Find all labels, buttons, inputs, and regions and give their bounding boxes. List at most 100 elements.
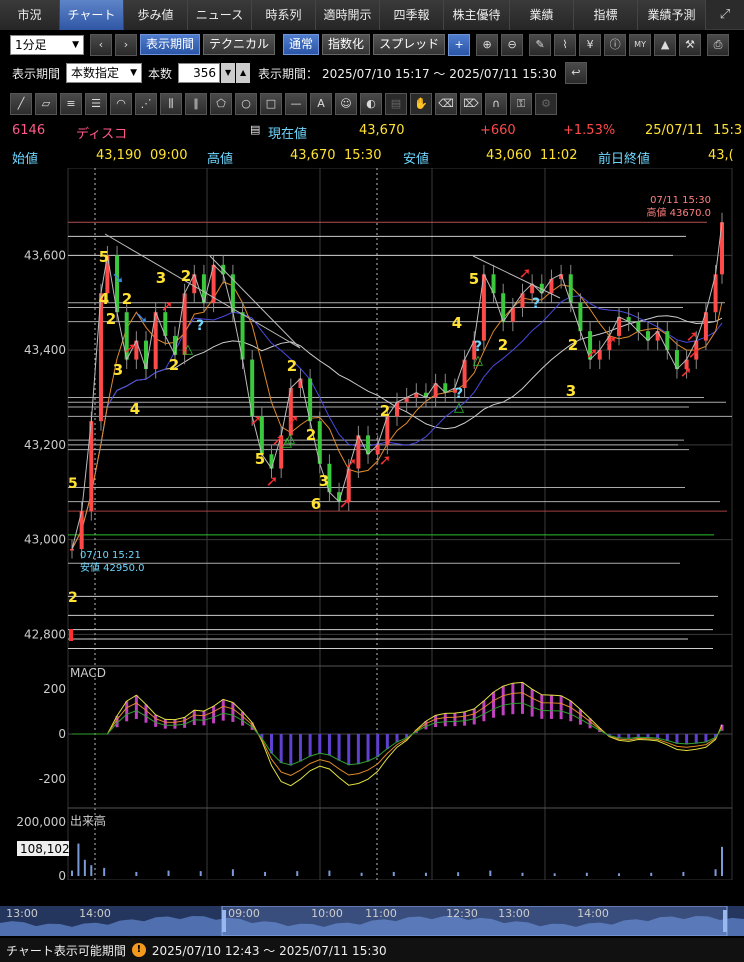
tab-tick[interactable]: 歩み値 bbox=[124, 0, 188, 30]
volume-bar bbox=[71, 871, 73, 876]
channel-tool-icon[interactable]: ∥ bbox=[185, 93, 207, 115]
info-icon[interactable]: ⓘ bbox=[604, 34, 626, 56]
paint-tool-icon[interactable]: ◐ bbox=[360, 93, 382, 115]
stamp-tool-icon[interactable]: ☺ bbox=[335, 93, 357, 115]
signal-number: 2 bbox=[380, 402, 390, 420]
tab-news[interactable]: ニュース bbox=[188, 0, 252, 30]
area-chart-icon[interactable]: ▲ bbox=[654, 34, 676, 56]
trend-icon[interactable]: ⌇ bbox=[554, 34, 576, 56]
high-note-time: 07/11 15:30 bbox=[650, 195, 711, 206]
ruler-tool-icon[interactable]: ▱ bbox=[35, 93, 57, 115]
price-change: +660 bbox=[480, 123, 516, 138]
signal-number: 4 bbox=[452, 314, 462, 332]
rect-tool-icon[interactable]: □ bbox=[260, 93, 282, 115]
print-icon[interactable]: ⎙ bbox=[707, 34, 729, 56]
sell-arrow-icon: ➘ bbox=[136, 309, 149, 327]
index-button[interactable]: 指数化 bbox=[322, 34, 370, 55]
interval-select[interactable]: 1分足 ▼ bbox=[10, 35, 84, 55]
range-value: 2025/07/10 15:17 ～ 2025/07/11 15:30 bbox=[322, 65, 557, 82]
quote-date: 25/07/11 bbox=[645, 123, 703, 138]
chart-navigator[interactable]: 13:00 14:00 09:00 10:00 11:00 12:30 13:00 14:00 bbox=[0, 906, 744, 936]
magnet-tool-icon[interactable]: ∩ bbox=[485, 93, 507, 115]
signal-number: 2 bbox=[568, 336, 578, 354]
vlines-tool-icon[interactable]: ⫼ bbox=[160, 93, 182, 115]
eraser-tool-icon[interactable]: ⌫ bbox=[435, 93, 457, 115]
display-period-button[interactable]: 表示期間 bbox=[140, 34, 200, 55]
tab-disclosure[interactable]: 適時開示 bbox=[316, 0, 380, 30]
tab-chart[interactable]: チャート bbox=[60, 0, 124, 30]
technical-button[interactable]: テクニカル bbox=[203, 34, 275, 55]
macd-bar bbox=[531, 689, 534, 716]
chart-area[interactable]: 5 4 2 2 3 2 3 4 2 2 5 2 2 3 6 5 4 2 2 3 ➚ ➚ ➚ ➚ ➚ ➚ ➚ ➚ ➚ ➚ ➚ ➚ ➚ ➚ ➚ ➘ ➘ △ △ △… bbox=[0, 168, 744, 880]
navigator-tick-label: 12:30 bbox=[446, 907, 478, 920]
fib-tool-icon[interactable]: ☰ bbox=[85, 93, 107, 115]
tab-performance[interactable]: 業績 bbox=[510, 0, 574, 30]
macd-bar bbox=[521, 682, 524, 713]
period-mode-select[interactable]: 本数指定 ▼ bbox=[66, 63, 142, 83]
zoom-in-icon[interactable]: ⊕ bbox=[476, 34, 498, 56]
navigator-right-handle bbox=[723, 910, 727, 932]
hline-tool-icon[interactable]: — bbox=[285, 93, 307, 115]
period-bar: 表示期間 本数指定 ▼ 本数 356 ▼ ▲ 表示期間： 2025/07/10 1… bbox=[0, 61, 744, 85]
signal-number: 2 bbox=[306, 426, 316, 444]
count-up-icon[interactable]: ▲ bbox=[236, 63, 250, 83]
time-tick-label: 13:00 bbox=[415, 879, 450, 880]
settings-tool-icon[interactable]: ⚙ bbox=[535, 93, 557, 115]
triangle-icon: △ bbox=[473, 353, 483, 368]
signal-number: 2 bbox=[106, 310, 116, 328]
macd-bar bbox=[125, 701, 128, 721]
hand-tool-icon[interactable]: ✋ bbox=[410, 93, 432, 115]
document-icon: ▤ bbox=[250, 123, 260, 136]
prev-close-label: 前日終値 bbox=[598, 148, 650, 167]
circle-tool-icon[interactable]: ○ bbox=[235, 93, 257, 115]
signal-number: 3 bbox=[566, 382, 576, 400]
clear-tool-icon[interactable]: ⌦ bbox=[460, 93, 482, 115]
volume-bar bbox=[296, 871, 298, 876]
pentagon-tool-icon[interactable]: ⬠ bbox=[210, 93, 232, 115]
zoom-out-icon[interactable]: ⊖ bbox=[501, 34, 523, 56]
volume-bar bbox=[168, 871, 170, 876]
navigator-svg[interactable]: 13:00 14:00 09:00 10:00 11:00 12:30 13:00 14:00 bbox=[0, 906, 744, 936]
hlines-tool-icon[interactable]: ≡ bbox=[60, 93, 82, 115]
signal-number: 2 bbox=[68, 590, 78, 606]
price-tick-label: 43,400 bbox=[24, 343, 66, 357]
prev-arrow-icon[interactable]: ‹ bbox=[90, 34, 112, 56]
tab-shikiho[interactable]: 四季報 bbox=[380, 0, 444, 30]
macd-bar bbox=[434, 715, 437, 727]
count-input[interactable]: 356 bbox=[178, 63, 220, 83]
wrench-icon[interactable]: ⚒ bbox=[679, 34, 701, 56]
macd-bar bbox=[695, 734, 698, 744]
volume-bar bbox=[393, 872, 395, 876]
count-down-icon[interactable]: ▼ bbox=[221, 63, 235, 83]
question-icon: ? bbox=[196, 318, 204, 334]
text-tool-icon[interactable]: A bbox=[310, 93, 332, 115]
lock-tool-icon[interactable]: ⚿ bbox=[510, 93, 532, 115]
tab-indicators[interactable]: 指標 bbox=[574, 0, 638, 30]
macd-bar bbox=[357, 734, 360, 764]
tab-forecast[interactable]: 業績予測 bbox=[638, 0, 706, 30]
copy-tool-icon[interactable]: ▤ bbox=[385, 93, 407, 115]
line-tool-icon[interactable]: ╱ bbox=[10, 93, 32, 115]
macd-bar bbox=[347, 734, 350, 765]
arc-tool-icon[interactable]: ◠ bbox=[110, 93, 132, 115]
expand-icon[interactable]: ⤢ bbox=[706, 0, 744, 29]
signal-number: 6 bbox=[311, 495, 321, 513]
macd-bar bbox=[502, 686, 505, 715]
crosshair-icon[interactable]: + bbox=[448, 34, 470, 56]
price-chart-svg[interactable]: 54 223 2342 252236542 23➚➚➚➚➚➚➚➚➚➚➚➚➚➚➚➘➘△△△… bbox=[0, 168, 744, 880]
tab-timeseries[interactable]: 時系列 bbox=[252, 0, 316, 30]
tab-market[interactable]: 市況 bbox=[0, 0, 60, 30]
macd-bar bbox=[299, 734, 302, 762]
next-arrow-icon[interactable]: › bbox=[115, 34, 137, 56]
volume-bar bbox=[721, 847, 723, 876]
macd-bar bbox=[173, 720, 176, 729]
tab-benefits[interactable]: 株主優待 bbox=[444, 0, 510, 30]
spread-button[interactable]: スプレッド bbox=[373, 34, 445, 55]
pen-icon[interactable]: ✎ bbox=[529, 34, 551, 56]
reset-icon[interactable]: ↩ bbox=[565, 62, 587, 84]
my-settings-icon[interactable]: MY bbox=[629, 34, 651, 56]
yen-icon[interactable]: ¥ bbox=[579, 34, 601, 56]
normal-button[interactable]: 通常 bbox=[283, 34, 319, 55]
fan-tool-icon[interactable]: ⋰ bbox=[135, 93, 157, 115]
buy-arrow-icon: ➚ bbox=[345, 454, 358, 472]
